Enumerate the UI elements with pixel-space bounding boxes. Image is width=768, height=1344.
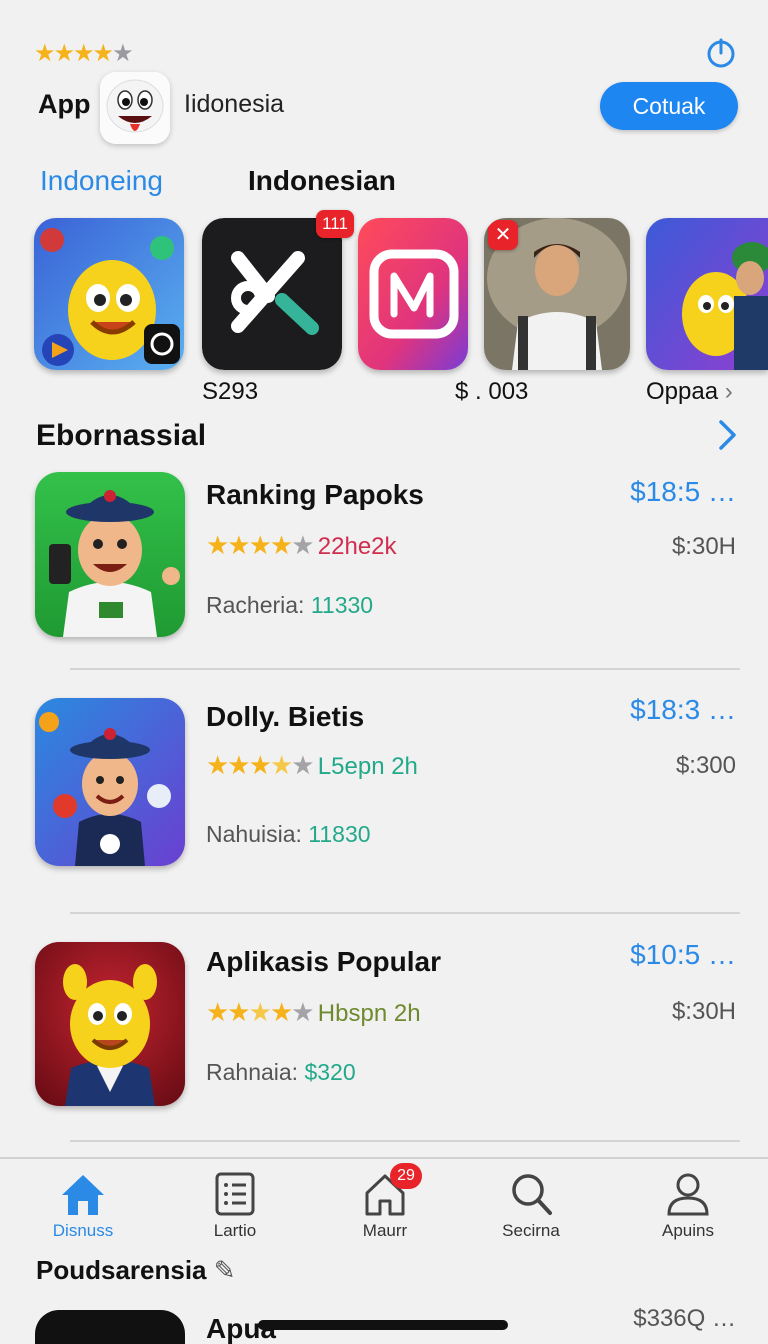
section-title: Ebornassial — [36, 419, 207, 452]
app-price[interactable]: $18:3 … — [630, 694, 736, 726]
app-label: App — [38, 89, 91, 119]
bottom-title-text: Poudsarensia — [36, 1255, 207, 1285]
app-icon[interactable] — [35, 472, 185, 637]
tab-label: Maurr — [362, 1221, 408, 1240]
tab-indonesian[interactable]: Indonesian — [248, 165, 396, 197]
app-name[interactable]: Ranking Papoks — [206, 479, 424, 511]
rating-count: 22he2k — [317, 533, 397, 560]
tab-indoneing[interactable]: Indoneing — [40, 165, 163, 197]
app-rating: ★★★★★ Hbspn 2h — [206, 997, 421, 1027]
rating-count: Hbspn 2h — [317, 1000, 421, 1027]
home-indicator — [258, 1320, 508, 1330]
featured-app-capcut[interactable]: 111 — [202, 210, 354, 370]
featured-price-1: S293 — [202, 378, 259, 405]
divider — [70, 668, 740, 670]
search-icon — [512, 1174, 552, 1215]
sub-label: Nahuisia: — [206, 821, 302, 847]
app-price[interactable]: $18:5 … — [630, 476, 736, 508]
divider — [70, 1140, 740, 1142]
app-secondary-price: $:300 — [675, 752, 736, 779]
app-price[interactable]: $10:5 … — [630, 939, 736, 971]
person-icon — [667, 1173, 709, 1216]
app-secondary-price: $:30H — [671, 533, 736, 560]
tab-label: Disnuss — [52, 1221, 114, 1240]
chevron-right-icon: › — [724, 378, 733, 405]
app-icon[interactable] — [35, 1310, 185, 1344]
power-icon[interactable] — [704, 36, 738, 70]
app-price[interactable]: $336Q … — [633, 1305, 736, 1333]
featured-app-photo[interactable]: ✕ — [484, 218, 630, 370]
country-label: Iidonesia — [184, 90, 285, 118]
sub-value: 11330 — [310, 592, 374, 618]
sub-value: $320 — [304, 1059, 356, 1085]
app-name[interactable]: Aplikasis Popular — [206, 946, 441, 978]
tab-bar: Disnuss Lartio 29 Maurr Secirna Apuins — [0, 1157, 768, 1249]
featured-price-2: $ . 003 — [455, 378, 529, 405]
divider — [70, 912, 740, 914]
featured-price-3: Oppaa — [646, 378, 719, 405]
featured-app-cartoon[interactable] — [646, 218, 768, 370]
featured-app-editor[interactable] — [358, 218, 468, 370]
bottom-section-title: Poudsarensia ✎ — [36, 1255, 236, 1286]
app-subtitle: Rahnaia: $320 — [206, 1059, 356, 1086]
rating-stars: ★★★★★ — [34, 40, 134, 67]
featured-see-more[interactable]: Oppaa › — [646, 378, 733, 406]
sub-label: Rahnaia: — [206, 1059, 299, 1085]
tab-search[interactable]: Secirna — [476, 1171, 586, 1241]
app-name[interactable]: Dolly. Bietis — [206, 701, 364, 733]
tab-list[interactable]: Lartio — [180, 1171, 290, 1241]
tab-label: Apuins — [662, 1221, 714, 1240]
app-rating: ★★★★★ L5epn 2h — [206, 750, 418, 780]
home-icon — [62, 1175, 104, 1215]
notification-badge: 29 — [390, 1163, 422, 1189]
featured-app-mascot[interactable] — [34, 218, 184, 370]
app-subtitle: Nahuisia: 11830 — [206, 821, 371, 848]
sub-value: 11830 — [308, 821, 371, 847]
mascot-logo — [100, 72, 170, 144]
sub-label: Racheria: — [206, 592, 305, 618]
app-icon[interactable] — [35, 942, 185, 1106]
app-icon[interactable] — [35, 698, 185, 866]
close-icon[interactable]: ✕ — [488, 220, 518, 250]
tab-label: Lartio — [213, 1221, 257, 1240]
header-action-button[interactable]: Cotuak — [600, 82, 738, 130]
chevron-right-icon[interactable] — [712, 418, 742, 452]
tab-home[interactable]: Disnuss — [28, 1171, 138, 1241]
edit-icon[interactable]: ✎ — [214, 1255, 236, 1285]
list-icon — [215, 1172, 255, 1216]
app-secondary-price: $:30H — [671, 998, 736, 1025]
app-rating: ★★★★★ 22he2k — [206, 530, 397, 560]
notification-badge: 111 — [316, 210, 354, 238]
app-subtitle: Racheria: 11330 — [206, 592, 373, 619]
tab-store[interactable]: 29 Maurr — [330, 1163, 440, 1241]
tab-profile[interactable]: Apuins — [633, 1171, 743, 1241]
rating-count: L5epn 2h — [317, 753, 418, 780]
tab-label: Secirna — [502, 1221, 560, 1240]
